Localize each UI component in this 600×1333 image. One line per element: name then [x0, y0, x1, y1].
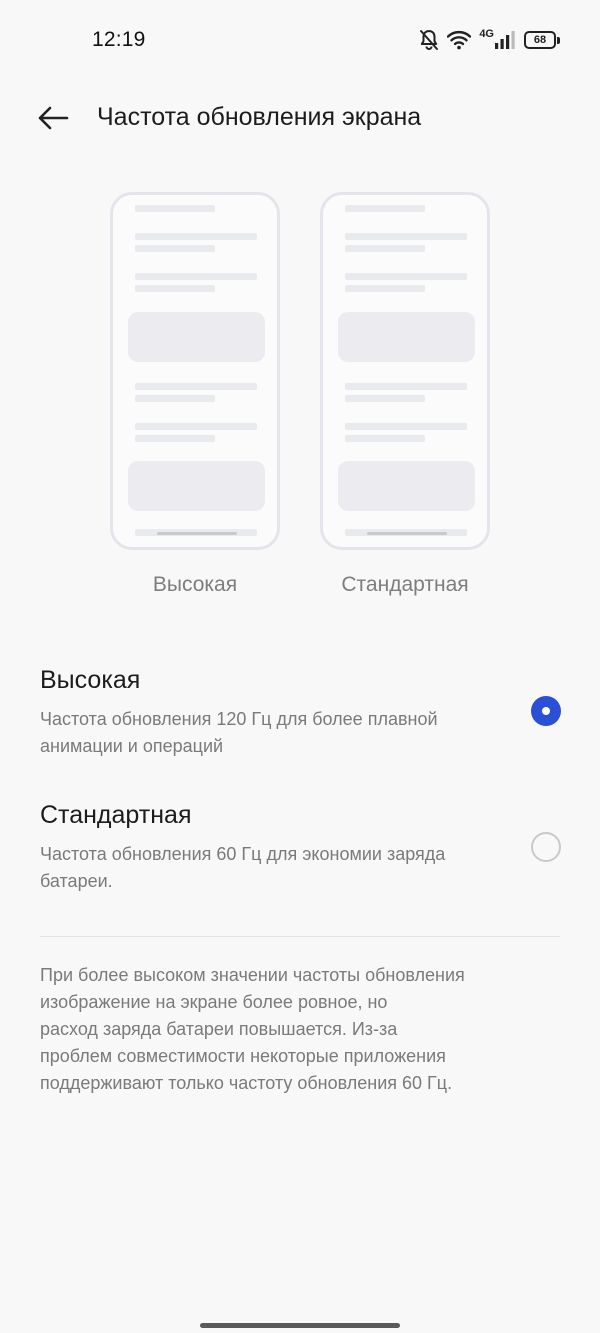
note-line: поддерживают только частоту обновления 6… — [40, 1073, 453, 1093]
divider — [40, 936, 560, 937]
home-indicator — [157, 532, 237, 535]
note-line: При более высоком значении частоты обнов… — [40, 965, 465, 985]
back-button[interactable] — [30, 98, 76, 138]
home-indicator — [367, 532, 447, 535]
battery-icon: 68 — [524, 31, 560, 49]
preview-label-standard: Стандартная — [341, 573, 469, 596]
page-title: Частота обновления экрана — [97, 103, 422, 131]
header: Частота обновления экрана — [0, 86, 600, 150]
option-description: Частота обновления 60 Гц для экономии за… — [40, 844, 446, 891]
battery-tip — [557, 36, 560, 44]
preview-standard[interactable]: Стандартная — [320, 192, 490, 596]
bell-muted-icon — [420, 30, 439, 50]
phone-mockup-standard — [320, 192, 490, 550]
screen: 12:19 4G 68 Частота обновления экрана Вы… — [0, 0, 600, 1333]
phone-mockup-high — [110, 192, 280, 550]
option-high-refresh[interactable]: Высокая Частота обновления 120 Гц для бо… — [0, 666, 600, 776]
arrow-left-icon — [38, 106, 69, 130]
signal-icon — [495, 31, 515, 49]
option-description: Частота обновления 120 Гц для более плав… — [40, 709, 438, 756]
battery-level: 68 — [524, 31, 556, 49]
note-line: изображение на экране более ровное, но — [40, 992, 388, 1012]
gesture-nav-handle[interactable] — [200, 1323, 400, 1328]
wifi-icon — [447, 30, 472, 50]
option-title: Стандартная — [40, 801, 192, 829]
radio-selected[interactable] — [531, 696, 561, 726]
status-time: 12:19 — [92, 28, 146, 51]
status-bar: 12:19 4G 68 — [0, 0, 600, 80]
network-type-label: 4G — [479, 28, 494, 40]
preview-high[interactable]: Высокая — [110, 192, 280, 596]
option-standard-refresh[interactable]: Стандартная Частота обновления 60 Гц для… — [0, 801, 600, 911]
note-line: расход заряда батареи повышается. Из-за — [40, 1019, 398, 1039]
status-icons: 4G 68 — [419, 27, 560, 53]
note-line: проблем совместимости некоторые приложен… — [40, 1046, 446, 1066]
radio-unselected[interactable] — [531, 832, 561, 862]
option-title: Высокая — [40, 666, 141, 694]
info-note: При более высоком значении частоты обнов… — [40, 962, 560, 1097]
